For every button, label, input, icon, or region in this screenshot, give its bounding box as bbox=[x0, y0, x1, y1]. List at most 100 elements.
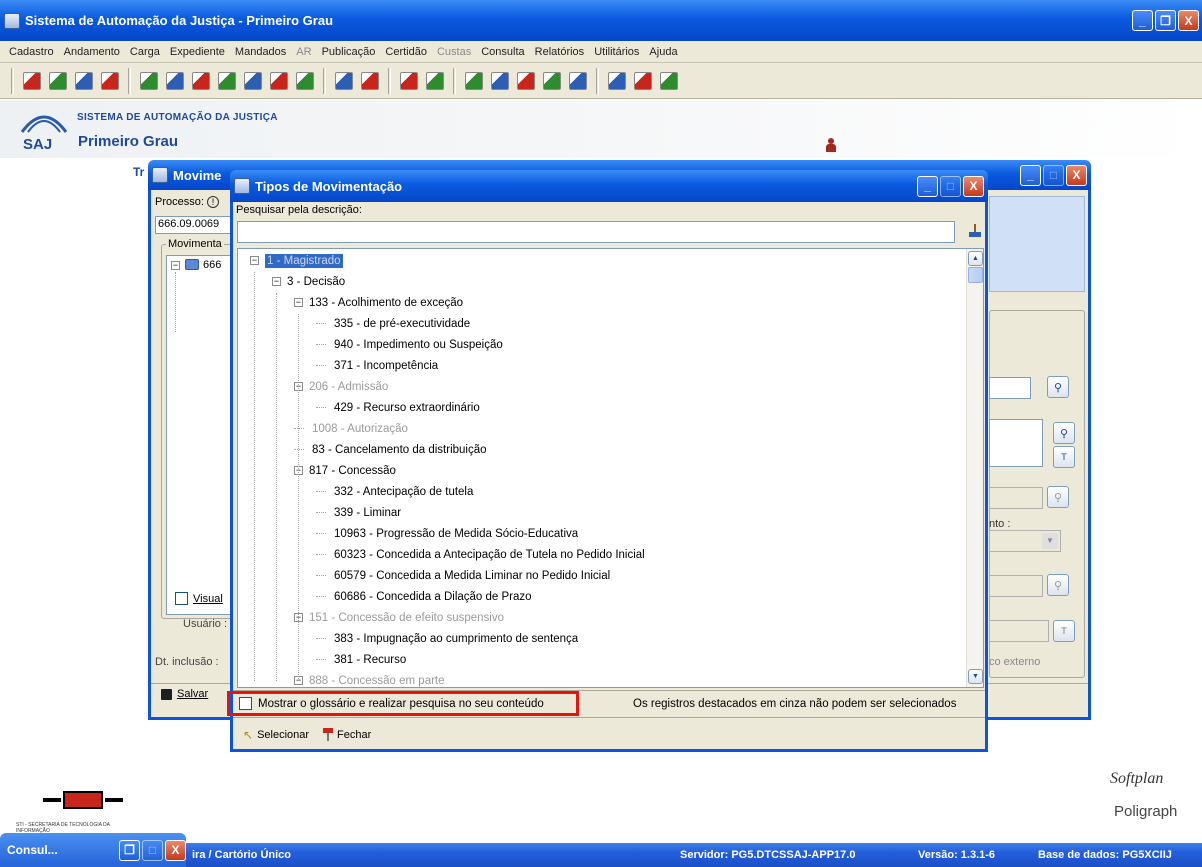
glossary-checkbox[interactable]: Mostrar o glossário e realizar pesquisa … bbox=[239, 697, 544, 710]
tree-node[interactable]: 83 - Cancelamento da distribuição bbox=[294, 440, 487, 461]
tree-node[interactable]: 60579 - Concedida a Medida Liminar no Pe… bbox=[316, 566, 610, 587]
visualizar-checkbox[interactable]: Visual bbox=[175, 592, 223, 605]
tree-node[interactable]: −151 - Concessão de efeito suspensivo bbox=[294, 608, 504, 629]
dialog-close-button[interactable]: X bbox=[963, 175, 984, 197]
tree-node[interactable]: 10963 - Progressão de Medida Sócio-Educa… bbox=[316, 524, 578, 545]
page-gray-icon[interactable] bbox=[491, 71, 509, 90]
mov-right-input-2[interactable] bbox=[989, 487, 1043, 509]
grid-icon[interactable] bbox=[296, 71, 314, 90]
task-max-button[interactable]: □ bbox=[142, 839, 163, 861]
menu-consulta[interactable]: Consulta bbox=[476, 46, 529, 58]
salvar-button[interactable]: Salvar bbox=[161, 688, 208, 700]
doc-arrow-icon[interactable] bbox=[270, 71, 288, 90]
menu-andamento[interactable]: Andamento bbox=[59, 46, 125, 58]
mov-right-textarea[interactable] bbox=[989, 419, 1043, 467]
close-button[interactable]: X bbox=[1178, 10, 1199, 31]
doc-copy-icon[interactable] bbox=[140, 71, 158, 90]
mov-minimize-button[interactable]: _ bbox=[1020, 164, 1041, 186]
menu-publicacao[interactable]: Publicação bbox=[317, 46, 381, 58]
restore-button[interactable]: ❐ bbox=[1155, 10, 1176, 31]
page-stack-icon[interactable] bbox=[517, 71, 535, 90]
magnifier-page-icon[interactable] bbox=[543, 71, 561, 90]
search-button-4[interactable]: ⚲ bbox=[1047, 574, 1069, 596]
mov-maximize-button[interactable]: □ bbox=[1043, 164, 1064, 186]
doc-zoom-icon[interactable] bbox=[608, 71, 626, 90]
tipos-tree[interactable]: −1 - Magistrado −3 - Decisão −133 - Acolhi… bbox=[237, 248, 984, 688]
search-button-2[interactable]: ⚲ bbox=[1053, 422, 1075, 444]
menu-ar[interactable]: AR bbox=[291, 46, 316, 58]
collapse-icon[interactable]: − bbox=[294, 298, 303, 308]
mov-right-input-3[interactable] bbox=[989, 575, 1043, 597]
tree-node[interactable]: 335 - de pré-executividade bbox=[316, 314, 470, 335]
mov-close-button[interactable]: X bbox=[1066, 164, 1087, 186]
scroll-up-button[interactable]: ▲ bbox=[968, 251, 983, 266]
pin-icon[interactable] bbox=[23, 71, 41, 90]
doc-export-icon[interactable] bbox=[361, 71, 379, 90]
tree-node[interactable]: 60686 - Concedida a Dilação de Prazo bbox=[316, 587, 532, 608]
tree-node[interactable]: −133 - Acolhimento de exceção bbox=[294, 293, 463, 314]
clear-search-icon[interactable] bbox=[968, 224, 982, 240]
doc-user-icon[interactable] bbox=[244, 71, 262, 90]
mov-right-input-1[interactable] bbox=[989, 377, 1031, 399]
search-button-1[interactable]: ⚲ bbox=[1047, 376, 1069, 398]
menu-relatorios[interactable]: Relatórios bbox=[530, 46, 590, 58]
mov-tree-root[interactable]: 666 bbox=[203, 259, 221, 271]
tree-node[interactable]: 429 - Recurso extraordinário bbox=[316, 398, 480, 419]
tree-node[interactable]: 60323 - Concedida a Antecipação de Tutel… bbox=[316, 545, 645, 566]
tree-scrollbar[interactable]: ▲ ▼ bbox=[966, 249, 983, 687]
menu-certidao[interactable]: Certidão bbox=[380, 46, 432, 58]
search-button-3[interactable]: ⚲ bbox=[1047, 486, 1069, 508]
tree-node[interactable]: −3 - Decisão bbox=[272, 272, 345, 293]
doc-go-icon[interactable] bbox=[335, 71, 353, 90]
tree-node[interactable]: −206 - Admissão bbox=[294, 377, 388, 398]
menu-custas[interactable]: Custas bbox=[432, 46, 476, 58]
menu-carga[interactable]: Carga bbox=[125, 46, 165, 58]
scroll-thumb[interactable] bbox=[968, 267, 983, 283]
menu-expediente[interactable]: Expediente bbox=[165, 46, 230, 58]
scissors-alt-icon[interactable] bbox=[75, 71, 93, 90]
tree-node[interactable]: 940 - Impedimento ou Suspeição bbox=[316, 335, 503, 356]
mov-right-input-4[interactable] bbox=[989, 620, 1049, 642]
menu-mandados[interactable]: Mandados bbox=[230, 46, 291, 58]
tree-node[interactable]: −1 - Magistrado bbox=[250, 251, 343, 272]
menu-utilitarios[interactable]: Utilitários bbox=[589, 46, 644, 58]
tree-node-label: 381 - Recurso bbox=[334, 654, 407, 666]
collapse-icon[interactable]: − bbox=[250, 256, 259, 266]
selecionar-button[interactable]: ↖ Selecionar bbox=[243, 728, 309, 742]
doc-list-icon[interactable] bbox=[218, 71, 236, 90]
page-icon[interactable] bbox=[465, 71, 483, 90]
doc-search-icon[interactable] bbox=[192, 71, 210, 90]
minimize-button[interactable]: _ bbox=[1132, 10, 1153, 31]
doc-edit-icon[interactable] bbox=[166, 71, 184, 90]
task-button[interactable]: Consul... ❐ □ X bbox=[0, 833, 186, 867]
menu-ajuda[interactable]: Ajuda bbox=[644, 46, 682, 58]
people-icon[interactable] bbox=[101, 71, 119, 90]
tree-node[interactable]: 339 - Liminar bbox=[316, 503, 401, 524]
user-icon[interactable] bbox=[826, 138, 836, 152]
text-button-1[interactable]: T bbox=[1053, 446, 1075, 468]
collapse-icon[interactable]: − bbox=[272, 277, 281, 287]
dialog-minimize-button[interactable]: _ bbox=[917, 175, 938, 197]
tree-node[interactable]: 371 - Incompetência bbox=[316, 356, 438, 377]
tree-node[interactable]: 1008 - Autorização bbox=[294, 419, 408, 440]
hand-text-icon[interactable] bbox=[569, 71, 587, 90]
tree-node[interactable]: 332 - Antecipação de tutela bbox=[316, 482, 473, 503]
scroll-down-button[interactable]: ▼ bbox=[968, 669, 983, 684]
search-input[interactable] bbox=[237, 221, 955, 243]
dialog-maximize-button[interactable]: □ bbox=[940, 175, 961, 197]
fechar-button[interactable]: Fechar bbox=[323, 728, 371, 741]
tree-node[interactable]: 381 - Recurso bbox=[316, 650, 406, 671]
mov-right-select[interactable]: ▼ bbox=[989, 530, 1061, 552]
task-close-button[interactable]: X bbox=[165, 839, 186, 861]
people-group-icon[interactable] bbox=[426, 71, 444, 90]
scissors-icon[interactable] bbox=[49, 71, 67, 90]
menu-cadastro[interactable]: Cadastro bbox=[4, 46, 59, 58]
text-button-2[interactable]: T bbox=[1053, 620, 1075, 642]
doc-zoom3-icon[interactable] bbox=[660, 71, 678, 90]
doc-zoom2-icon[interactable] bbox=[634, 71, 652, 90]
arrow-right-icon[interactable] bbox=[400, 71, 418, 90]
tree-node[interactable]: 383 - Impugnação ao cumprimento de sente… bbox=[316, 629, 578, 650]
tree-node[interactable]: −888 - Concessão em parte bbox=[294, 671, 445, 687]
task-restore-button[interactable]: ❐ bbox=[119, 839, 140, 861]
tree-node[interactable]: −817 - Concessão bbox=[294, 461, 396, 482]
